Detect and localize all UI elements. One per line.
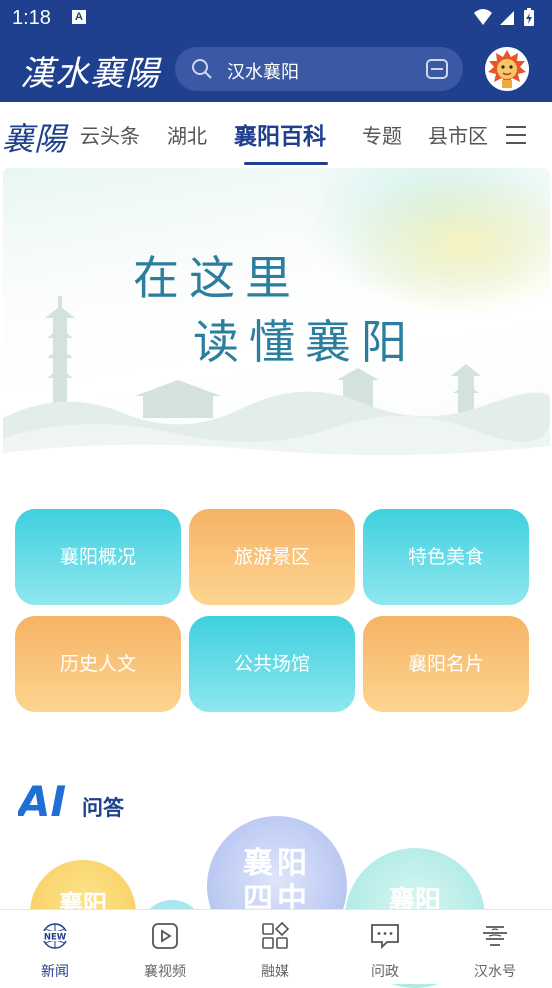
category-xiangyang-card[interactable]: 襄阳名片 [363, 616, 529, 712]
nav-hanshui-label: 汉水号 [474, 964, 516, 980]
app-bar: 漢水襄陽 汉水襄阳 [0, 36, 552, 102]
category-xiangyang-overview[interactable]: 襄阳概况 [15, 509, 181, 605]
status-time: 1:18 [12, 7, 51, 29]
ai-logo-text: AI [18, 778, 66, 822]
status-bar: 1:18 A [0, 0, 552, 36]
nav-wenzheng[interactable]: 问政 [330, 910, 440, 984]
nav-video-label: 襄视频 [144, 964, 186, 980]
active-tab-indicator [244, 162, 328, 165]
tab-zhuanti[interactable]: 专题 [362, 120, 402, 149]
category-public-venues[interactable]: 公共场馆 [189, 616, 355, 712]
signal-icon [500, 11, 514, 25]
media-grid-icon [260, 921, 290, 950]
menu-icon[interactable] [504, 124, 528, 150]
ai-section-label: 问答 [82, 796, 124, 820]
status-icons [472, 7, 542, 29]
banner-headline-1: 在这里 [133, 251, 301, 305]
nav-wenzheng-label: 问政 [371, 964, 399, 980]
tab-xianshiqu[interactable]: 县市区 [428, 120, 488, 149]
tab-xiangyang-baike[interactable]: 襄阳百科 [234, 117, 326, 151]
nav-video[interactable]: 襄视频 [110, 910, 220, 984]
message-icon [370, 922, 400, 950]
search-icon [191, 58, 213, 84]
hanshui-icon [480, 922, 510, 950]
video-icon [150, 922, 180, 950]
avatar[interactable] [485, 47, 529, 91]
nav-news-label: 新闻 [41, 964, 69, 980]
nav-media[interactable]: 融媒 [220, 910, 330, 984]
battery-icon [524, 8, 534, 26]
nav-hanshui[interactable]: 汉水号 [440, 910, 550, 984]
nav-media-label: 融媒 [261, 964, 289, 980]
news-icon: NEW [40, 922, 70, 950]
channel-tabs: 襄陽 云头条 湖北 襄阳百科 专题 县市区 [0, 102, 552, 166]
category-tourist-spots[interactable]: 旅游景区 [189, 509, 355, 605]
channel-logo[interactable]: 襄陽 [2, 114, 66, 160]
svg-text:NEW: NEW [44, 933, 67, 943]
notification-icon: A [72, 10, 86, 24]
app-logo: 漢水襄陽 [20, 54, 160, 94]
bottom-nav: NEW 新闻 襄视频 融媒 问政 汉水号 [0, 909, 552, 984]
tab-hubei[interactable]: 湖北 [167, 120, 207, 149]
banner[interactable]: 在这里 读懂襄阳 [3, 168, 550, 468]
search-input[interactable]: 汉水襄阳 [227, 58, 299, 84]
banner-headline-2: 读懂襄阳 [193, 315, 417, 369]
nav-news[interactable]: NEW 新闻 [0, 910, 110, 984]
scan-icon[interactable] [425, 58, 449, 84]
search-bar[interactable]: 汉水襄阳 [175, 47, 463, 91]
wifi-icon [474, 9, 492, 25]
category-history-culture[interactable]: 历史人文 [15, 616, 181, 712]
ai-logo: AI [15, 777, 82, 826]
category-local-food[interactable]: 特色美食 [363, 509, 529, 605]
ai-bubble-2-label: 襄阳四中 [243, 846, 311, 917]
tab-yuntoutiao[interactable]: 云头条 [80, 120, 140, 149]
